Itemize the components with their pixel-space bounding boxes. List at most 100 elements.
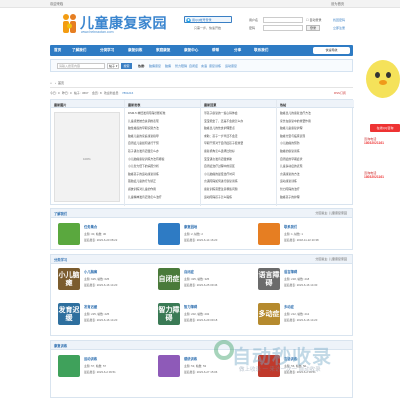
image-slideshow[interactable]: 100% xyxy=(54,112,120,202)
forum-name[interactable]: 感统训练 xyxy=(184,356,197,361)
forum-icon[interactable]: 自闭症 xyxy=(158,268,180,290)
forum-icon[interactable]: 语言障碍 xyxy=(258,268,280,290)
qq-login-button[interactable]: 用QQ帐号登录 xyxy=(184,16,232,23)
post-link[interactable]: 自闭症治疗过程中的误区 xyxy=(204,164,274,168)
post-link[interactable]: 带孩子康复的一些心得体会 xyxy=(204,111,274,115)
auto-login-checkbox[interactable]: ☐ 自动登录 xyxy=(306,18,322,22)
quick-nav-button[interactable]: 快速导航 xyxy=(313,47,350,54)
post-link[interactable]: 感统训练对儿童的作用 xyxy=(128,187,198,191)
post-link[interactable]: 小儿脑瘫的预防 xyxy=(280,141,350,145)
post-link[interactable]: 自闭症的早期症状 xyxy=(280,157,350,161)
post-link[interactable]: 家长在康复中的重要作用 xyxy=(280,119,350,123)
forum-card[interactable]: 感统训练 主题: 53, 帖数: 53 最后发表: 2023-6-27 15:06 xyxy=(155,353,251,381)
post-link[interactable]: 儿童精神发育迟滞怎么治疗 xyxy=(128,195,198,199)
forum-icon[interactable] xyxy=(58,355,80,377)
forum-card[interactable]: 智力障碍 智力障碍 主题: 202, 帖数: 202 最后发表: 2023-6-29 … xyxy=(155,301,251,329)
forum-icon[interactable]: 智力障碍 xyxy=(158,303,180,325)
forgot-password-link[interactable]: 找回密码 xyxy=(333,18,345,22)
forum-name[interactable]: 多动症 xyxy=(284,304,294,309)
hot-keyword[interactable]: 脑瘫康复 xyxy=(149,64,161,68)
forum-name[interactable]: 语言障碍 xyxy=(284,269,297,274)
search-type-select[interactable]: 帖子 ▾ xyxy=(107,63,119,69)
forum-icon[interactable] xyxy=(258,223,280,245)
post-link[interactable]: 脑瘫儿童康复护理 xyxy=(280,126,350,130)
new-member-link[interactable]: 7861216 xyxy=(122,91,133,95)
post-link[interactable]: 小儿脑瘫的最佳治疗时间 xyxy=(204,172,274,176)
post-link[interactable]: 脑瘫孩子的运动康复训练 xyxy=(128,172,198,176)
post-link[interactable]: 脑瘫患儿的饮食护理要点 xyxy=(204,126,274,130)
post-link[interactable]: 孤独症儿童的行为矫正 xyxy=(128,179,198,183)
hot-keyword[interactable]: 言语 xyxy=(201,64,207,68)
post-link[interactable]: 求助：孩子一岁半还不会走 xyxy=(204,134,274,138)
home-icon[interactable]: ⌂ xyxy=(50,81,52,85)
forum-card[interactable]: 发育迟缓 发育迟缓 主题: 225, 帖数: 225 最后发表: 2023-6-16 … xyxy=(55,301,151,329)
post-link[interactable]: 脑瘫孩子的护理 xyxy=(280,195,350,199)
forum-icon[interactable] xyxy=(58,223,80,245)
forum-card[interactable]: 小儿脑瘫 小儿脑瘫 主题: 625, 帖数: 625 最后发表: 2023-6-16 … xyxy=(55,266,151,294)
forum-icon[interactable]: 小儿脑瘫 xyxy=(58,268,80,290)
forum-card[interactable]: 运动训练 主题: 57, 帖数: 57 最后发表: 2023-6-2 09:51 xyxy=(55,353,151,381)
post-link[interactable]: 康复训练需要注意哪些问题 xyxy=(204,187,274,191)
hot-keyword[interactable]: 康复训练 xyxy=(209,64,221,68)
post-link[interactable]: 言语障碍如何进行康复训练 xyxy=(204,179,274,183)
nav-center[interactable]: 康复中心 xyxy=(184,48,198,53)
post-link[interactable]: 脑瘫患儿的康复治疗方法 xyxy=(280,111,350,115)
post-link[interactable]: 早期干预对于自闭症孩子很重要 xyxy=(204,141,274,145)
forum-name[interactable]: 发育迟缓 xyxy=(84,304,97,309)
nav-home[interactable]: 首页 xyxy=(54,48,61,53)
forum-name[interactable]: 小儿脑瘫 xyxy=(84,269,97,274)
forum-card[interactable]: 康复园地 主题: 2, 帖数: 2 最后发表: 2023-6-14 16:20 xyxy=(155,221,251,249)
forum-icon[interactable]: 发育迟缓 xyxy=(58,303,80,325)
set-homepage-link[interactable]: 设为首页 xyxy=(331,1,344,6)
forum-card[interactable]: 联系我们 主题: 1, 帖数: 1 最后发表: 2018-11-22 20:38 xyxy=(255,221,351,249)
forum-name[interactable]: 康复园地 xyxy=(184,224,197,229)
post-link[interactable]: 儿童多动症的表现 xyxy=(280,164,350,168)
post-link[interactable]: 康复机构怎么选择比较好 xyxy=(204,149,274,153)
forum-name[interactable]: 任务集合 xyxy=(84,224,97,229)
forum-name[interactable]: 智力障碍 xyxy=(184,304,197,309)
username-input[interactable] xyxy=(263,17,303,23)
nav-learn[interactable]: 分类学习 xyxy=(100,48,114,53)
breadcrumb-current[interactable]: 首页 xyxy=(58,81,64,85)
site-logo[interactable]: 儿童康复家园 www.hebnaotan.com xyxy=(61,13,167,39)
nav-family[interactable]: 家庭康复 xyxy=(156,48,170,53)
post-link[interactable]: 智力障碍的治疗 xyxy=(280,187,350,191)
login-button[interactable]: 登录 xyxy=(306,25,320,31)
rss-link[interactable]: RSS订阅 xyxy=(334,91,346,95)
forum-card[interactable]: 任务集合 主题: 30, 帖数: 30 最后发表: 2023-6-20 08:22 xyxy=(55,221,151,249)
forum-name[interactable]: 运动训练 xyxy=(84,356,97,361)
post-link[interactable]: 运动康复训练 xyxy=(280,179,350,183)
qq-consult-button[interactable]: 在线QQ咨询 xyxy=(370,124,400,132)
search-button[interactable]: 搜索 xyxy=(121,63,132,69)
post-link[interactable]: 脑性瘫痪的早期识别方法 xyxy=(128,126,198,130)
post-link[interactable]: DSM-5 神经发育障碍诊断标准 xyxy=(128,111,198,115)
hot-keyword[interactable]: 运动康复 xyxy=(225,64,237,68)
hot-keyword[interactable]: 脑瘫 xyxy=(165,64,171,68)
forum-icon[interactable] xyxy=(158,223,180,245)
post-link[interactable]: 小儿脑瘫康复训练方法有哪些 xyxy=(128,157,198,161)
forum-card[interactable]: 自闭症 自闭症 主题: 325, 帖数: 325 最后发表: 2023-6-25 09… xyxy=(155,266,251,294)
hot-keyword[interactable]: 智力障碍 xyxy=(175,64,187,68)
post-link[interactable]: 儿童感觉统合失调的表现 xyxy=(128,119,198,123)
post-link[interactable]: 自闭症儿童如何进行干预 xyxy=(128,141,198,145)
post-link[interactable]: 脑瘫的康复训练 xyxy=(280,149,350,153)
forum-icon[interactable]: 多动症 xyxy=(258,303,280,325)
forum-card[interactable]: 言语训练 主题: 56, 帖数: 56 最后发表: 2023-6-2 09:51 xyxy=(255,353,351,381)
nav-training[interactable]: 康复训练 xyxy=(128,48,142,53)
search-input[interactable]: 请输入搜索内容 xyxy=(57,63,105,69)
post-link[interactable]: 言语康复的方法 xyxy=(280,172,350,176)
post-link[interactable]: 孩子语言发育迟缓怎么办 xyxy=(128,149,198,153)
nav-about[interactable]: 了解我们 xyxy=(72,48,86,53)
forum-icon[interactable] xyxy=(158,355,180,377)
nav-share[interactable]: 分享 xyxy=(234,48,241,53)
nav-help[interactable]: 帮帮 xyxy=(212,48,219,53)
post-link[interactable]: 小儿智力低下的病因分析 xyxy=(128,164,198,168)
forum-name[interactable]: 联系我们 xyxy=(284,224,297,229)
post-link[interactable]: 宝宝能坐了，还是不会爬怎么办 xyxy=(204,119,274,123)
nav-contact[interactable]: 联系我们 xyxy=(254,48,268,53)
post-link[interactable]: 宝宝语言发育迟缓求助 xyxy=(204,157,274,161)
forum-name[interactable]: 言语训练 xyxy=(284,356,297,361)
forum-card[interactable]: 语言障碍 语言障碍 主题: 218, 帖数: 218 最后发表: 2023-6-16 … xyxy=(255,266,351,294)
forum-card[interactable]: 多动症 多动症 主题: 212, 帖数: 212 最后发表: 2023-6-16 14… xyxy=(255,301,351,329)
post-link[interactable]: 运动障碍孩子怎么锻炼 xyxy=(204,195,274,199)
